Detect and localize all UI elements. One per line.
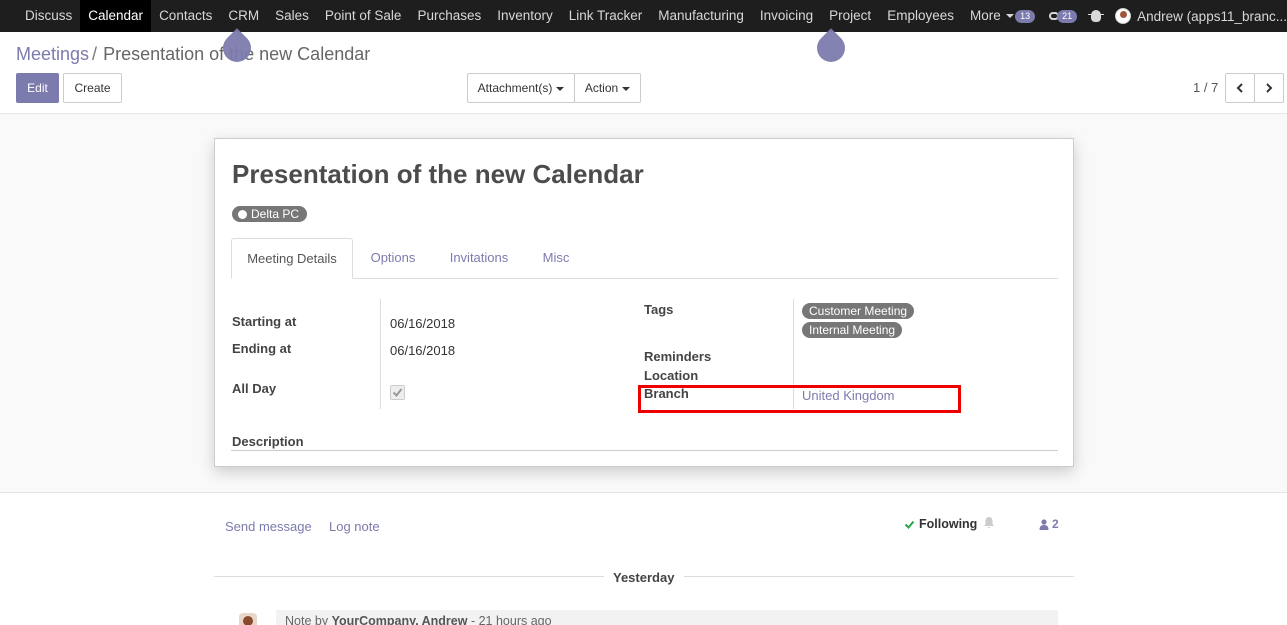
menu-point-of-sale[interactable]: Point of Sale	[317, 0, 410, 32]
create-button[interactable]: Create	[63, 73, 122, 103]
menu-employees[interactable]: Employees	[879, 0, 962, 32]
menu-purchases[interactable]: Purchases	[409, 0, 489, 32]
chevron-right-icon	[1266, 83, 1273, 93]
menu-more[interactable]: More	[962, 0, 1022, 32]
description-field[interactable]	[231, 450, 1058, 451]
debug-bug-icon[interactable]	[1088, 10, 1105, 22]
location-label: Location	[644, 368, 699, 383]
menu-manufacturing[interactable]: Manufacturing	[650, 0, 752, 32]
control-panel: Meetings/Presentation of the new Calenda…	[0, 32, 1287, 114]
all-day-label: All Day	[232, 381, 277, 396]
breadcrumb-separator: /	[92, 44, 98, 64]
pager-next-button[interactable]	[1254, 73, 1284, 103]
ending-at-label: Ending at	[232, 341, 292, 356]
date-divider-line	[214, 576, 604, 577]
note-time: - 21 hours ago	[470, 614, 552, 625]
ending-at-field[interactable]: 06/16/2018	[390, 343, 455, 358]
tag-internal-meeting[interactable]: Internal Meeting	[802, 322, 903, 338]
breadcrumb-meetings[interactable]: Meetings	[16, 44, 89, 64]
menu-contacts[interactable]: Contacts	[151, 0, 220, 32]
partner-tag-label: Delta PC	[251, 207, 300, 221]
tags-label: Tags	[644, 302, 674, 317]
chevron-down-icon	[556, 86, 565, 91]
note-author[interactable]: YourCompany, Andrew	[332, 614, 468, 625]
menu-calendar[interactable]: Calendar	[80, 0, 152, 32]
tag-customer-meeting[interactable]: Customer Meeting	[802, 303, 915, 319]
following-label: Following	[919, 517, 978, 531]
attachments-dropdown[interactable]: Attachment(s)	[467, 73, 575, 103]
starting-at-field[interactable]: 06/16/2018	[390, 316, 455, 331]
menu-link-tracker[interactable]: Link Tracker	[561, 0, 651, 32]
description-label: Description	[232, 434, 304, 449]
send-message-button[interactable]: Send message	[225, 519, 312, 534]
message-header: Note by YourCompany, Andrew - 21 hours a…	[285, 614, 552, 625]
message-count-badge: 21	[1057, 9, 1078, 23]
avatar[interactable]	[239, 613, 257, 625]
top-navbar: Discuss Calendar Contacts CRM Sales Poin…	[0, 0, 1287, 32]
followers-button[interactable]: 2	[1039, 517, 1059, 531]
chevron-down-icon	[1005, 14, 1014, 19]
field-divider	[380, 299, 381, 409]
tab-options[interactable]: Options	[357, 238, 429, 279]
app-menu: Discuss Calendar Contacts CRM Sales Poin…	[0, 0, 1022, 32]
user-icon	[1039, 518, 1049, 530]
tab-invitations[interactable]: Invitations	[434, 238, 524, 279]
notebook-tabs: Meeting Details Options Invitations Misc	[231, 238, 1058, 279]
menu-sales[interactable]: Sales	[267, 0, 317, 32]
tab-meeting-details[interactable]: Meeting Details	[231, 238, 353, 279]
form-sheet: Presentation of the new Calendar Delta P…	[214, 138, 1074, 467]
menu-crm[interactable]: CRM	[220, 0, 267, 32]
activity-menu[interactable]: 13	[1015, 9, 1036, 23]
log-note-button[interactable]: Log note	[329, 519, 380, 534]
menu-project[interactable]: Project	[821, 0, 879, 32]
menu-invoicing[interactable]: Invoicing	[752, 0, 821, 32]
note-prefix: Note by	[285, 614, 329, 625]
systray: 13 21 Andrew (apps11_branc...	[1015, 0, 1287, 32]
followers-count: 2	[1052, 517, 1059, 531]
date-divider-line	[684, 576, 1074, 577]
pager-previous-button[interactable]	[1225, 73, 1255, 103]
activity-count-badge: 13	[1015, 9, 1036, 23]
check-icon	[904, 520, 915, 529]
checkmark-icon	[392, 388, 403, 398]
circle-icon	[238, 209, 247, 219]
menu-inventory[interactable]: Inventory	[489, 0, 561, 32]
action-label: Action	[584, 81, 619, 95]
branch-highlight-box	[638, 385, 961, 413]
menu-more-label: More	[969, 8, 1001, 23]
partner-tag[interactable]: Delta PC	[232, 206, 308, 222]
chatter: Send message Log note Following 2 Yester…	[0, 492, 1287, 625]
attachments-label: Attachment(s)	[477, 81, 553, 95]
chevron-down-icon	[622, 86, 631, 91]
bell-icon[interactable]	[983, 516, 995, 529]
tab-misc[interactable]: Misc	[531, 238, 581, 279]
edit-button[interactable]: Edit	[16, 73, 59, 103]
menu-discuss[interactable]: Discuss	[17, 0, 80, 32]
breadcrumb: Meetings/Presentation of the new Calenda…	[16, 44, 370, 65]
starting-at-label: Starting at	[232, 314, 297, 329]
meeting-title: Presentation of the new Calendar	[232, 159, 644, 189]
messaging-menu[interactable]: 21	[1049, 9, 1078, 23]
action-dropdown[interactable]: Action	[574, 73, 641, 103]
following-button[interactable]: Following	[904, 517, 977, 531]
avatar[interactable]	[1115, 8, 1132, 24]
user-menu[interactable]: Andrew (apps11_branc...	[1137, 9, 1287, 24]
pager-value[interactable]: 1 / 7	[1193, 80, 1218, 95]
date-separator: Yesterday	[613, 570, 675, 585]
all-day-checkbox[interactable]	[390, 385, 405, 400]
chevron-left-icon	[1236, 83, 1243, 93]
reminders-label: Reminders	[644, 349, 712, 364]
